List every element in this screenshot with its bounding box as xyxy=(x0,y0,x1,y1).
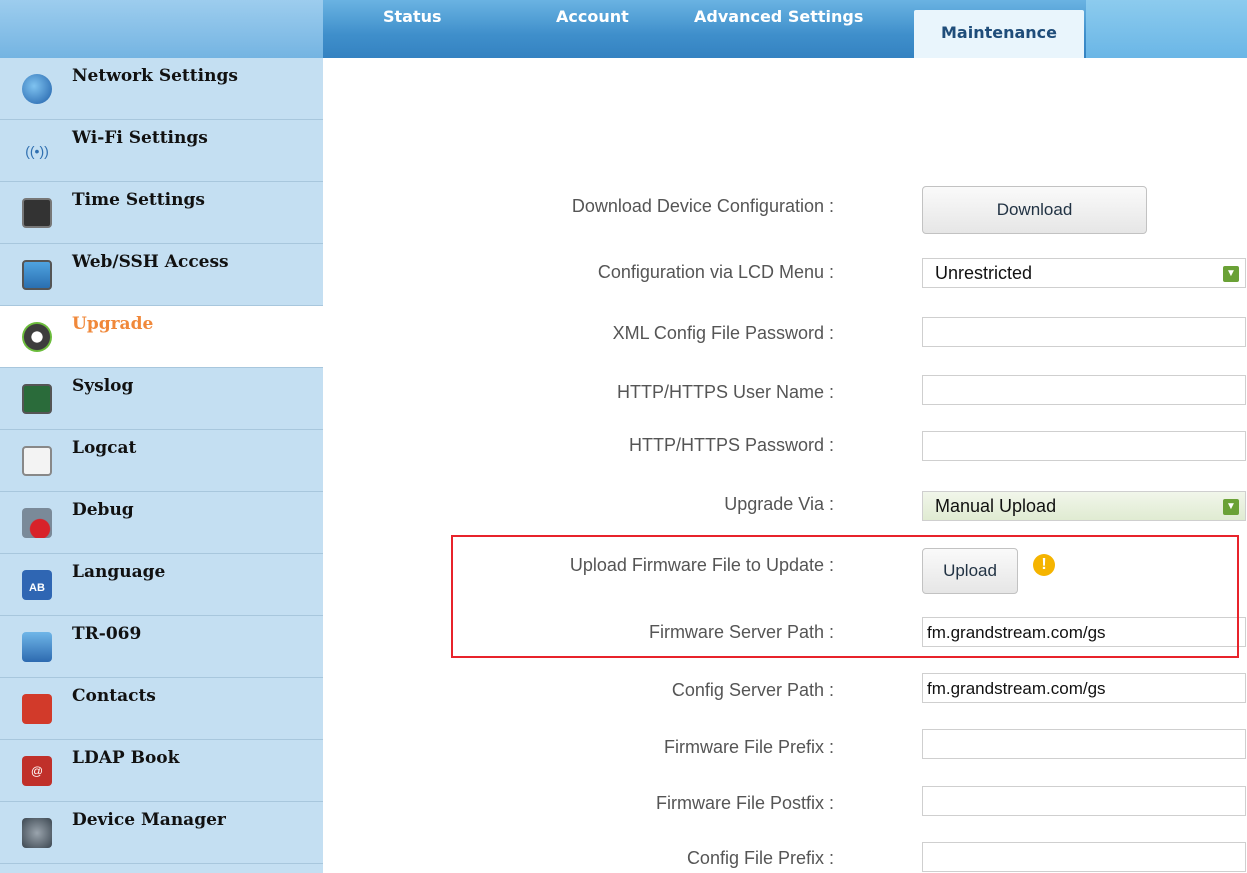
fw-postfix-label: Firmware File Postfix : xyxy=(655,793,834,813)
sidebar-item-syslog[interactable]: Syslog xyxy=(0,368,323,430)
tools-icon xyxy=(22,818,52,848)
top-bar-right-panel xyxy=(1086,0,1247,58)
upgrade-via-select[interactable]: Manual Upload ▼ xyxy=(922,491,1246,521)
sidebar: Network Settings ((•)) Wi-Fi Settings Ti… xyxy=(0,58,323,873)
sidebar-item-upgrade[interactable]: Upgrade xyxy=(0,306,323,368)
ldap-icon: @ xyxy=(22,756,52,786)
xml-password-label: XML Config File Password : xyxy=(612,323,834,343)
network-globe-icon xyxy=(22,74,52,104)
lcd-menu-select[interactable]: Unrestricted ▼ xyxy=(922,258,1246,288)
sidebar-item-label: Syslog xyxy=(72,376,134,396)
sidebar-item-network-settings[interactable]: Network Settings xyxy=(0,58,323,120)
sidebar-item-debug[interactable]: Debug xyxy=(0,492,323,554)
sidebar-item-device-manager[interactable]: Device Manager xyxy=(0,802,323,864)
wifi-icon: ((•)) xyxy=(25,143,49,159)
tab-status[interactable]: Status xyxy=(383,0,442,40)
sidebar-item-label: Debug xyxy=(72,500,134,520)
sidebar-item-web-ssh-access[interactable]: Web/SSH Access xyxy=(0,244,323,306)
highlight-box xyxy=(451,535,1239,658)
sidebar-item-contacts[interactable]: Contacts xyxy=(0,678,323,740)
download-button[interactable]: Download xyxy=(922,186,1147,234)
sidebar-item-label: Upgrade xyxy=(72,314,154,334)
sidebar-item-label: Web/SSH Access xyxy=(72,252,229,272)
config-server-field[interactable]: fm.grandstream.com/gs xyxy=(922,673,1246,703)
sidebar-item-label: LDAP Book xyxy=(72,748,180,768)
fw-prefix-field[interactable] xyxy=(922,729,1246,759)
sidebar-item-ldap-book[interactable]: @ LDAP Book xyxy=(0,740,323,802)
monitor-icon xyxy=(22,260,52,290)
upgrade-via-value: Manual Upload xyxy=(935,496,1057,516)
lcd-menu-value: Unrestricted xyxy=(935,263,1033,283)
sidebar-item-tr069[interactable]: TR-069 xyxy=(0,616,323,678)
chevron-down-icon: ▼ xyxy=(1223,266,1239,282)
xml-password-field[interactable] xyxy=(922,317,1246,347)
http-user-label: HTTP/HTTPS User Name : xyxy=(616,382,834,402)
syslog-icon xyxy=(22,384,52,414)
config-prefix-label: Config File Prefix : xyxy=(686,848,834,868)
clock-icon xyxy=(22,198,52,228)
http-password-label: HTTP/HTTPS Password : xyxy=(628,435,834,455)
config-server-label: Config Server Path : xyxy=(671,680,834,700)
language-icon: AB xyxy=(22,570,52,600)
tab-maintenance[interactable]: Maintenance xyxy=(914,10,1084,58)
sidebar-item-label: Device Manager xyxy=(72,810,226,830)
phone-icon xyxy=(22,694,52,724)
sidebar-item-label: Contacts xyxy=(72,686,156,706)
tab-advanced-settings[interactable]: Advanced Settings xyxy=(694,0,863,40)
tab-account[interactable]: Account xyxy=(556,0,629,40)
upgrade-via-label: Upgrade Via : xyxy=(724,494,834,514)
upgrade-icon xyxy=(22,322,52,352)
fw-prefix-label: Firmware File Prefix : xyxy=(663,737,834,757)
top-tab-bar: Status Account Advanced Settings Mainten… xyxy=(0,0,1247,58)
chevron-down-icon: ▼ xyxy=(1223,499,1239,515)
sidebar-item-label: Logcat xyxy=(72,438,137,458)
http-password-field[interactable] xyxy=(922,431,1246,461)
sidebar-item-language[interactable]: AB Language xyxy=(0,554,323,616)
http-user-field[interactable] xyxy=(922,375,1246,405)
lcd-menu-label: Configuration via LCD Menu : xyxy=(597,262,834,282)
bug-icon xyxy=(22,508,52,538)
sidebar-item-label: Language xyxy=(72,562,166,582)
tr069-icon xyxy=(22,632,52,662)
fw-postfix-field[interactable] xyxy=(922,786,1246,816)
sidebar-item-time-settings[interactable]: Time Settings xyxy=(0,182,323,244)
download-config-label: Download Device Configuration : xyxy=(571,196,834,216)
sidebar-item-label: TR-069 xyxy=(72,624,142,644)
sidebar-item-logcat[interactable]: Logcat xyxy=(0,430,323,492)
sidebar-item-label: Time Settings xyxy=(72,190,205,210)
top-bar-left-panel xyxy=(0,0,323,58)
sidebar-item-label: Wi-Fi Settings xyxy=(72,128,208,148)
magnifier-icon xyxy=(22,446,52,476)
config-prefix-field[interactable] xyxy=(922,842,1246,872)
sidebar-item-label: Network Settings xyxy=(72,66,238,86)
sidebar-item-wifi-settings[interactable]: ((•)) Wi-Fi Settings xyxy=(0,120,323,182)
